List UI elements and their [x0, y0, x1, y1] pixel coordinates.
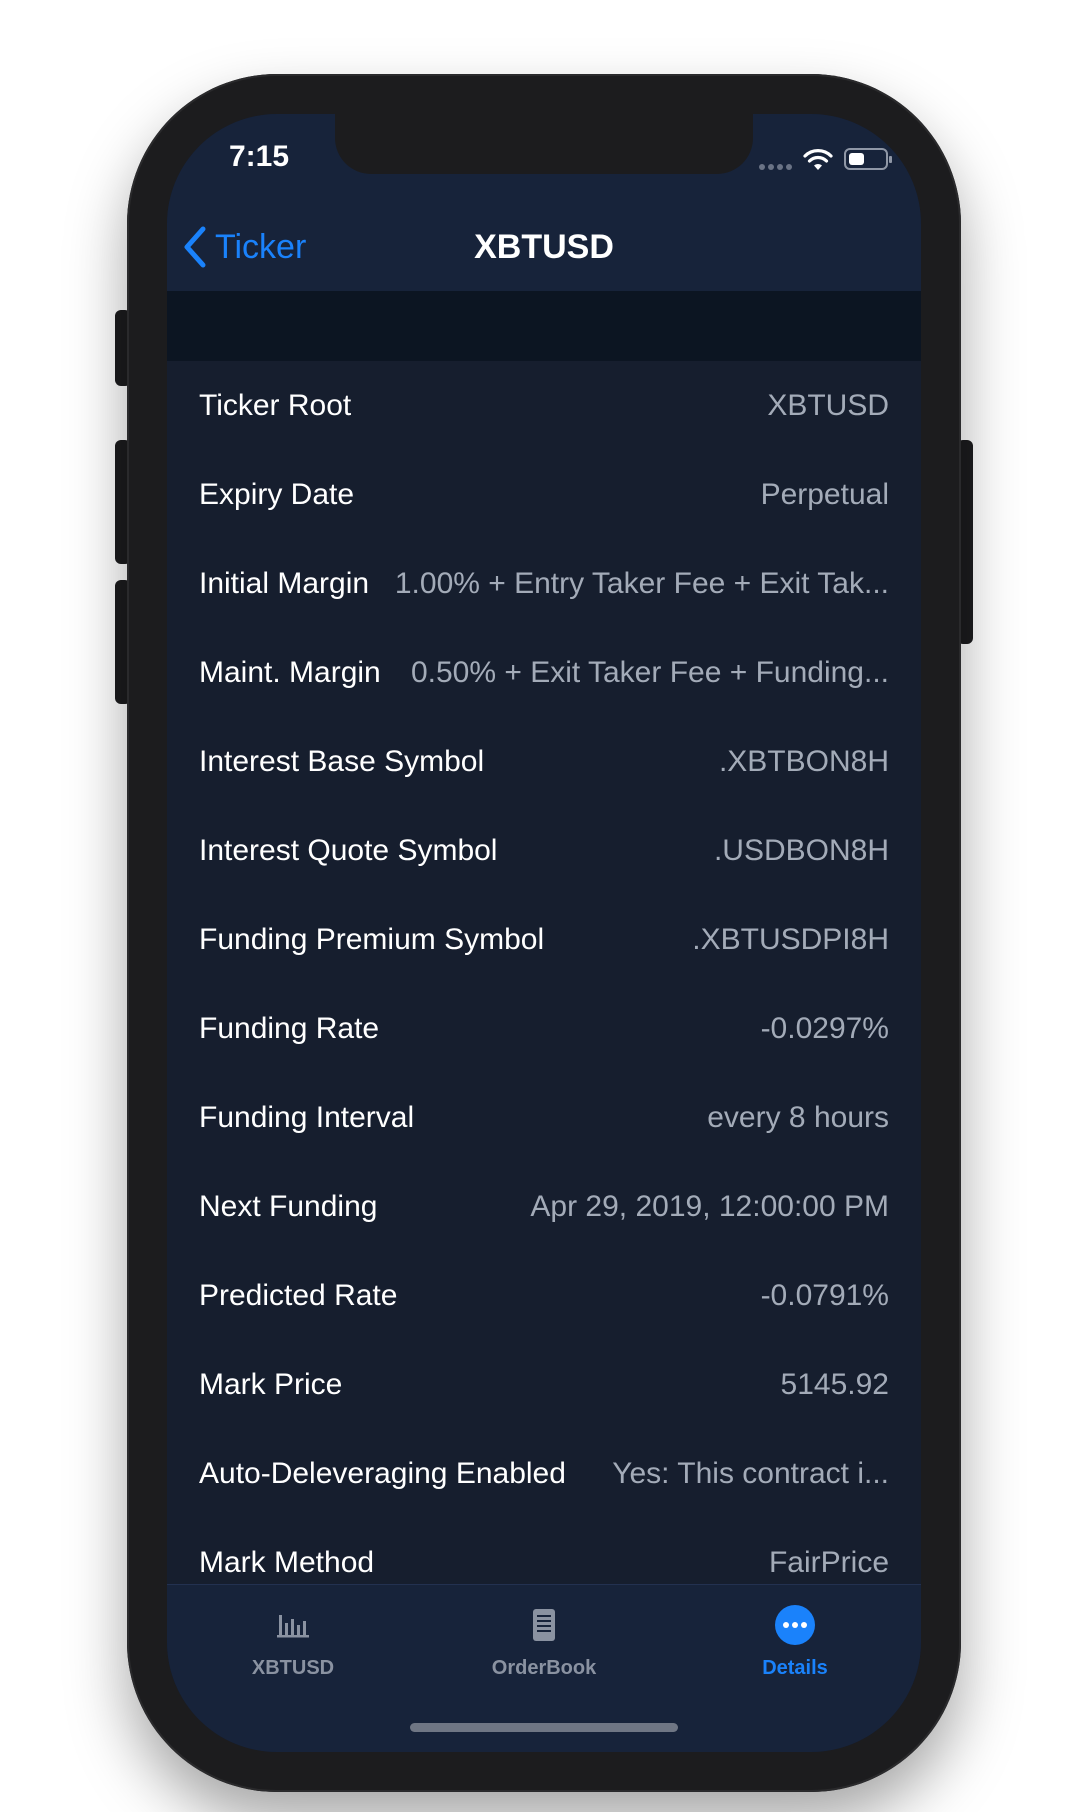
tab-label: XBTUSD	[251, 1657, 335, 1679]
detail-row[interactable]: Interest Quote Symbol .USDBON8H	[167, 806, 921, 895]
detail-value: .USDBON8H	[713, 833, 889, 867]
detail-row[interactable]: Next Funding Apr 29, 2019, 12:00:00 PM	[167, 1162, 921, 1251]
wifi-icon	[803, 149, 833, 170]
detail-value: Apr 29, 2019, 12:00:00 PM	[530, 1189, 889, 1223]
detail-row[interactable]: Funding Rate -0.0297%	[167, 984, 921, 1073]
detail-key: Funding Rate	[199, 1011, 380, 1045]
detail-key: Next Funding	[199, 1189, 378, 1223]
details-list[interactable]: Ticker Root XBTUSD Expiry Date Perpetual Ini…	[167, 361, 921, 1697]
detail-value: 5145.92	[780, 1367, 889, 1401]
detail-value: 1.00% + Entry Taker Fee + Exit Tak...	[394, 566, 889, 600]
stage: 7:15 Ticker XBTUSD Ticker Root XBTUSD Exp	[0, 0, 1089, 1812]
detail-row[interactable]: Funding Interval every 8 hours	[167, 1073, 921, 1162]
tab-xbtusd[interactable]: XBTUSD	[203, 1599, 383, 1689]
notch	[335, 114, 753, 174]
detail-row[interactable]: Mark Price 5145.92	[167, 1340, 921, 1429]
detail-key: Funding Premium Symbol	[199, 922, 545, 956]
page-title: XBTUSD	[474, 228, 614, 266]
detail-row[interactable]: Funding Premium Symbol .XBTUSDPI8H	[167, 895, 921, 984]
detail-key: Initial Margin	[199, 566, 370, 600]
bar-chart-icon	[277, 1615, 309, 1638]
detail-key: Funding Interval	[199, 1100, 415, 1134]
tab-details[interactable]: Details	[705, 1599, 885, 1689]
detail-row[interactable]: Auto-Deleveraging Enabled Yes: This contr…	[167, 1429, 921, 1518]
detail-row[interactable]: Maint. Margin 0.50% + Exit Taker Fee + Fu…	[167, 628, 921, 717]
detail-value: FairPrice	[768, 1545, 889, 1579]
status-time: 7:15	[229, 140, 290, 173]
document-icon	[533, 1609, 555, 1641]
detail-value: Perpetual	[760, 477, 889, 511]
navigation-header: 7:15 Ticker XBTUSD	[167, 114, 921, 291]
detail-value: Yes: This contract i...	[612, 1456, 889, 1490]
more-icon	[775, 1605, 815, 1645]
tab-label: Details	[762, 1657, 828, 1679]
detail-value: -0.0791%	[760, 1278, 889, 1312]
detail-row[interactable]: Initial Margin 1.00% + Entry Taker Fee + …	[167, 539, 921, 628]
detail-row[interactable]: Predicted Rate -0.0791%	[167, 1251, 921, 1340]
detail-key: Interest Quote Symbol	[199, 833, 498, 867]
section-header	[167, 291, 921, 361]
detail-row[interactable]: Interest Base Symbol .XBTBON8H	[167, 717, 921, 806]
detail-key: Maint. Margin	[199, 655, 381, 689]
detail-row[interactable]: Ticker Root XBTUSD	[167, 361, 921, 450]
detail-key: Auto-Deleveraging Enabled	[199, 1456, 566, 1490]
detail-key: Mark Method	[199, 1545, 375, 1579]
phone-screen: 7:15 Ticker XBTUSD Ticker Root XBTUSD Exp	[167, 114, 921, 1752]
home-indicator[interactable]	[410, 1723, 678, 1732]
detail-value: -0.0297%	[760, 1011, 889, 1045]
detail-value: XBTUSD	[767, 388, 889, 422]
tab-label: OrderBook	[491, 1657, 597, 1679]
detail-row[interactable]: Expiry Date Perpetual	[167, 450, 921, 539]
detail-key: Ticker Root	[199, 388, 352, 422]
detail-value: .XBTUSDPI8H	[692, 922, 889, 956]
cellular-signal-icon	[759, 164, 792, 170]
detail-key: Expiry Date	[199, 477, 355, 511]
detail-value: every 8 hours	[707, 1100, 889, 1134]
detail-key: Predicted Rate	[199, 1278, 398, 1312]
detail-value: 0.50% + Exit Taker Fee + Funding...	[410, 655, 889, 689]
detail-value: .XBTBON8H	[718, 744, 889, 778]
detail-key: Interest Base Symbol	[199, 744, 485, 778]
battery-level	[849, 153, 864, 165]
battery-icon	[844, 148, 892, 170]
detail-key: Mark Price	[199, 1367, 343, 1401]
tab-orderbook[interactable]: OrderBook	[454, 1599, 634, 1689]
